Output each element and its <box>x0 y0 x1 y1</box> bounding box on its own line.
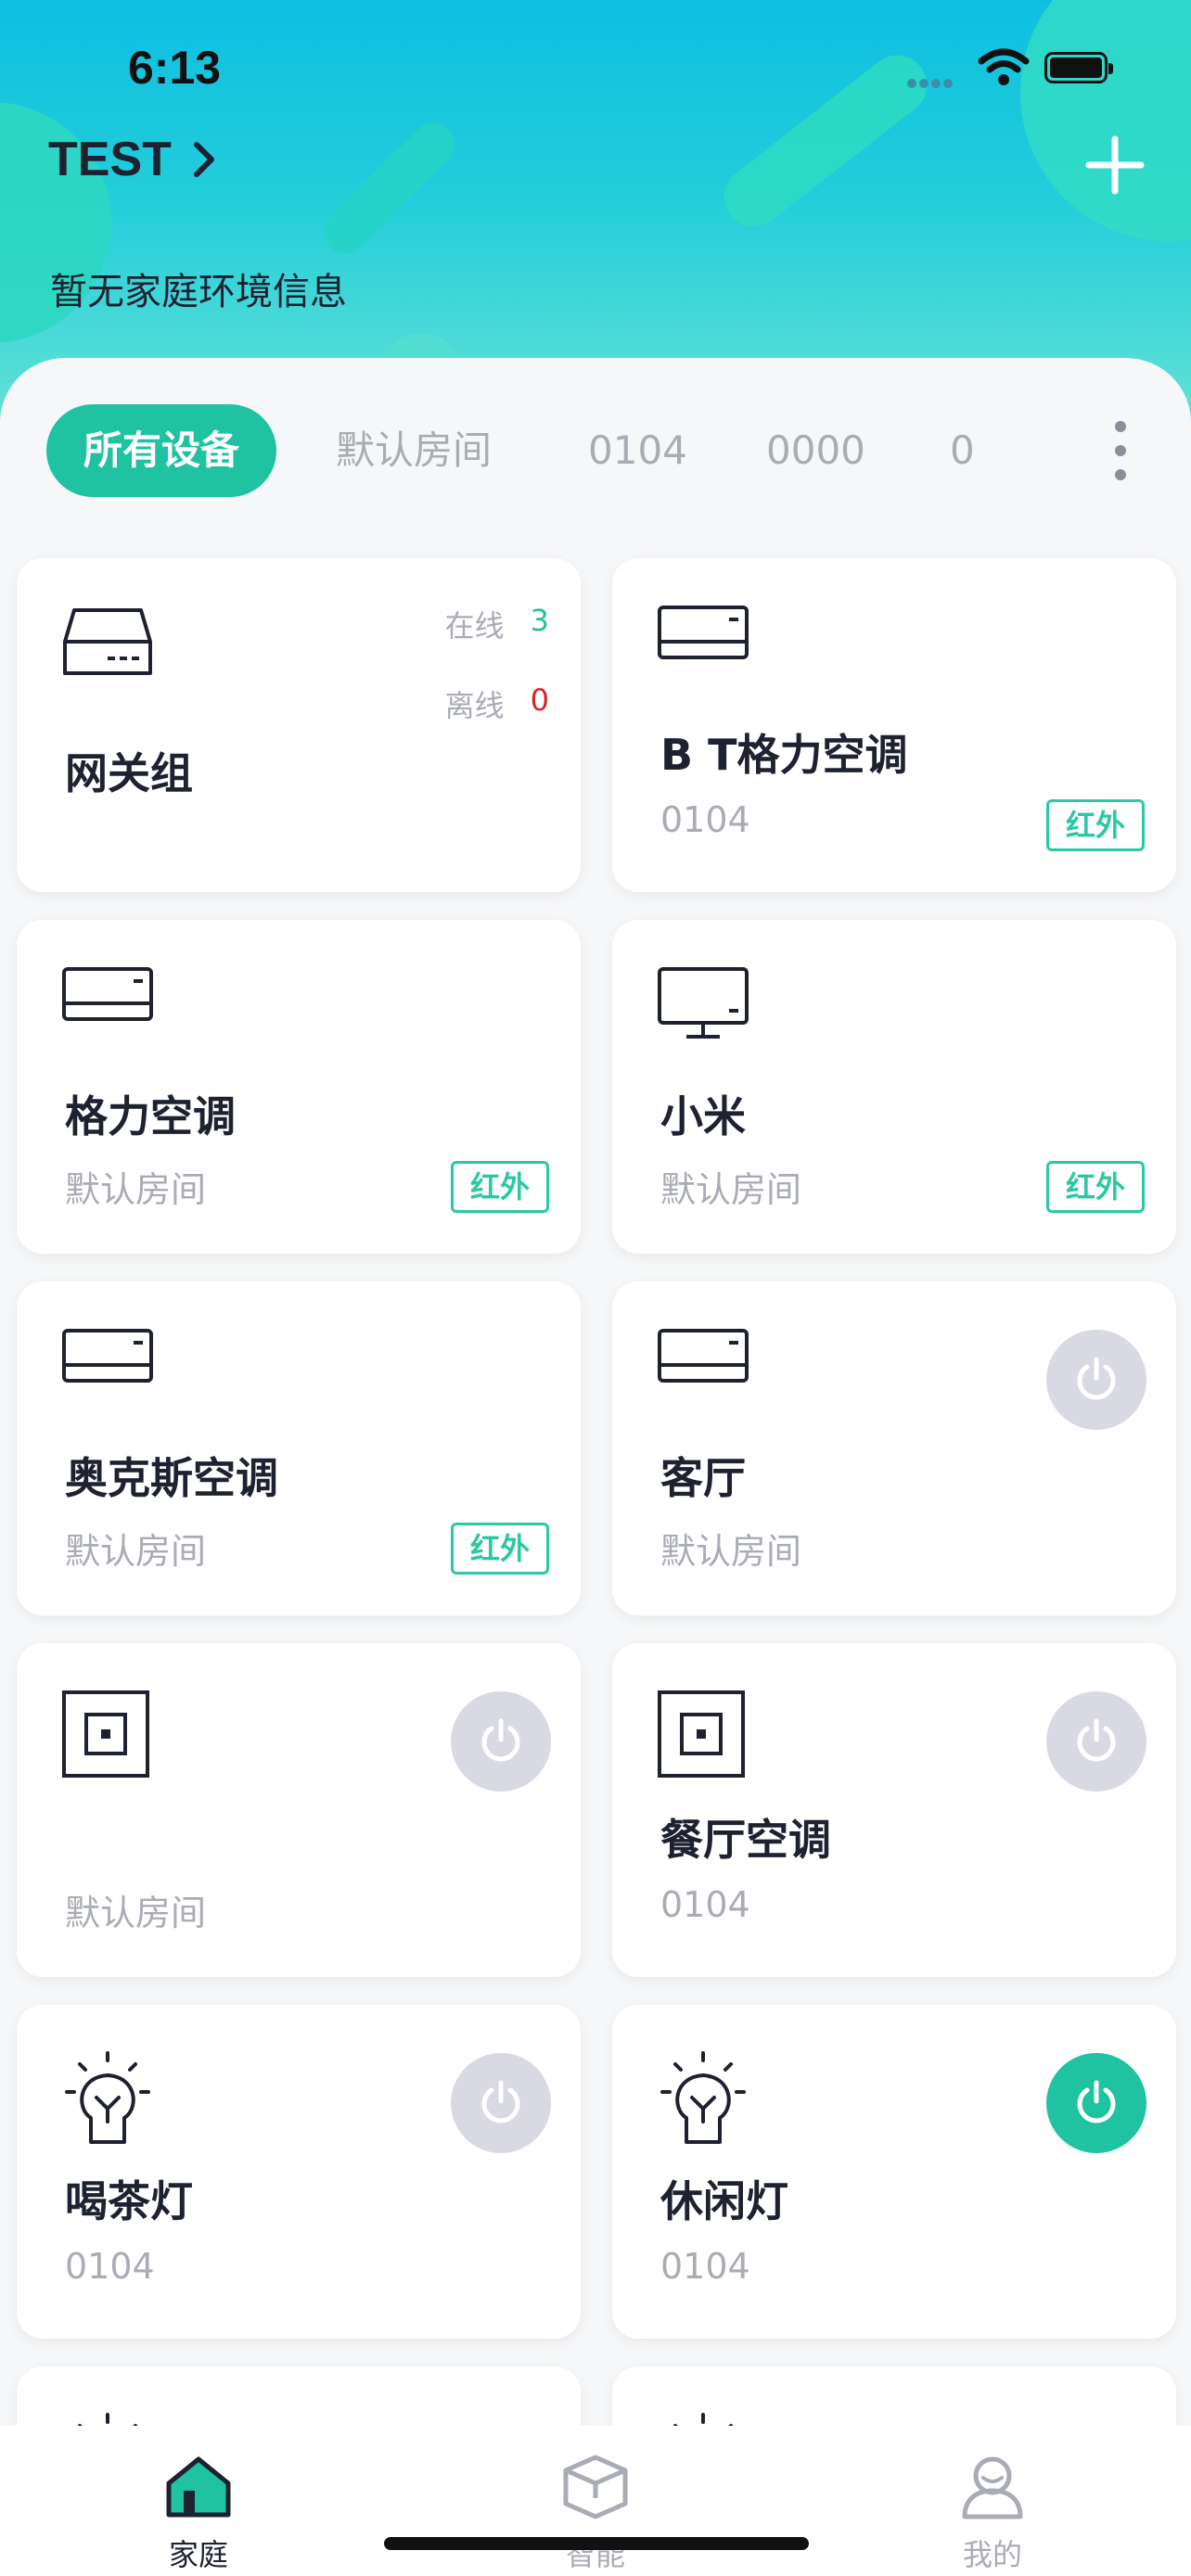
power-icon <box>1077 1718 1116 1762</box>
device-card[interactable]: 格力空调 默认房间 红外 <box>17 920 581 1254</box>
tv-icon <box>658 967 749 1039</box>
tab-home[interactable]: 家庭 <box>106 2454 291 2574</box>
power-button[interactable] <box>1046 1691 1146 1792</box>
device-name: 奥克斯空调 <box>65 1453 278 1503</box>
online-count: 3 <box>530 603 549 638</box>
device-room: 0104 <box>660 1884 750 1925</box>
tab-0104[interactable]: 0104 <box>588 404 687 497</box>
wall-switch-icon <box>658 1690 745 1778</box>
power-icon <box>1077 1357 1116 1400</box>
device-room: 默认房间 <box>660 1169 802 1210</box>
device-card[interactable]: 默认房间 <box>17 1643 581 1977</box>
device-name: 网关组 <box>65 748 193 798</box>
wall-switch-icon <box>62 1690 149 1778</box>
device-name: 小米 <box>660 1091 746 1141</box>
power-button[interactable] <box>451 1691 551 1792</box>
tab-all-devices[interactable]: 所有设备 <box>46 404 277 497</box>
air-conditioner-icon <box>62 1329 153 1383</box>
chevron-right-icon <box>193 142 214 177</box>
device-card[interactable]: 小米 默认房间 红外 <box>612 920 1176 1254</box>
environment-info: 暂无家庭环境信息 <box>50 271 347 313</box>
gateway-icon <box>63 608 152 675</box>
home-indicator <box>384 2537 809 2550</box>
device-card-gateway[interactable]: 在线 3 离线 0 网关组 <box>17 558 581 892</box>
tab-0000[interactable]: 0000 <box>766 404 865 497</box>
device-room: 0104 <box>660 799 750 840</box>
power-button[interactable] <box>1046 1330 1146 1430</box>
device-name: 喝茶灯 <box>65 2176 193 2226</box>
infrared-badge: 红外 <box>451 1161 549 1213</box>
device-card[interactable]: 奥克斯空调 默认房间 红外 <box>17 1282 581 1615</box>
tab-0[interactable]: 0 <box>950 404 975 497</box>
air-conditioner-icon <box>658 1329 749 1383</box>
add-icon[interactable] <box>1082 132 1148 198</box>
device-card[interactable]: 喝茶灯 0104 <box>17 2005 581 2339</box>
light-bulb-icon <box>65 2051 150 2144</box>
power-button[interactable] <box>1046 2053 1146 2153</box>
device-room: 默认房间 <box>660 1531 802 1572</box>
tab-mine-label: 我的 <box>962 2537 1022 2572</box>
home-name: TEST <box>48 133 172 186</box>
cellular-signal-icon <box>907 74 963 88</box>
room-tabs: 所有设备 默认房间 0104 0000 0 <box>0 404 1191 497</box>
online-stat: 在线 3 <box>445 603 549 645</box>
tab-mine[interactable]: 我的 <box>900 2454 1085 2574</box>
tab-smart[interactable]: 智能 <box>503 2454 688 2574</box>
power-icon <box>481 1718 520 1762</box>
device-room: 0104 <box>65 2246 155 2287</box>
person-icon <box>962 2456 1023 2519</box>
device-room: 0104 <box>660 2246 750 2287</box>
device-room: 默认房间 <box>65 1893 207 1933</box>
bottom-tab-bar: 家庭 智能 我的 <box>0 2426 1191 2576</box>
device-name: 客厅 <box>660 1453 746 1503</box>
infrared-badge: 红外 <box>1046 799 1145 851</box>
infrared-badge: 红外 <box>451 1523 549 1575</box>
offline-count: 0 <box>530 682 549 718</box>
air-conditioner-icon <box>658 606 749 659</box>
device-card[interactable]: 客厅 默认房间 <box>612 1282 1176 1615</box>
device-name: 格力空调 <box>65 1091 236 1141</box>
air-conditioner-icon <box>62 967 153 1021</box>
power-icon <box>481 2080 520 2123</box>
device-name: B T格力空调 <box>660 730 908 780</box>
device-room: 默认房间 <box>65 1531 207 1572</box>
offline-label: 离线 <box>444 688 505 723</box>
device-card[interactable]: 休闲灯 0104 <box>612 2005 1176 2339</box>
tab-home-label: 家庭 <box>168 2537 228 2572</box>
battery-icon <box>1044 52 1113 83</box>
power-icon <box>1077 2080 1116 2123</box>
more-options-button[interactable] <box>1109 421 1132 480</box>
light-bulb-icon <box>660 2051 746 2144</box>
offline-stat: 离线 0 <box>445 682 549 725</box>
home-switcher[interactable]: TEST <box>48 132 216 187</box>
decor-circle <box>1020 0 1191 241</box>
cube-icon <box>563 2455 628 2519</box>
online-label: 在线 <box>444 608 505 644</box>
device-name: 休闲灯 <box>660 2176 788 2226</box>
power-button[interactable] <box>451 2053 551 2153</box>
device-card[interactable]: 餐厅空调 0104 <box>612 1643 1176 1977</box>
home-icon <box>166 2456 231 2518</box>
device-panel: 所有设备 默认房间 0104 0000 0 在线 3 离线 0 网关组 B T格… <box>0 358 1191 2576</box>
wifi-icon <box>978 48 1030 85</box>
tab-default-room[interactable]: 默认房间 <box>336 404 492 497</box>
device-card[interactable]: B T格力空调 0104 红外 <box>612 558 1176 892</box>
status-time: 6:13 <box>128 42 222 94</box>
device-room: 默认房间 <box>65 1169 207 1210</box>
infrared-badge: 红外 <box>1046 1161 1145 1213</box>
decor-stroke <box>711 43 940 239</box>
device-name: 餐厅空调 <box>660 1815 831 1865</box>
decor-stroke <box>315 114 464 262</box>
